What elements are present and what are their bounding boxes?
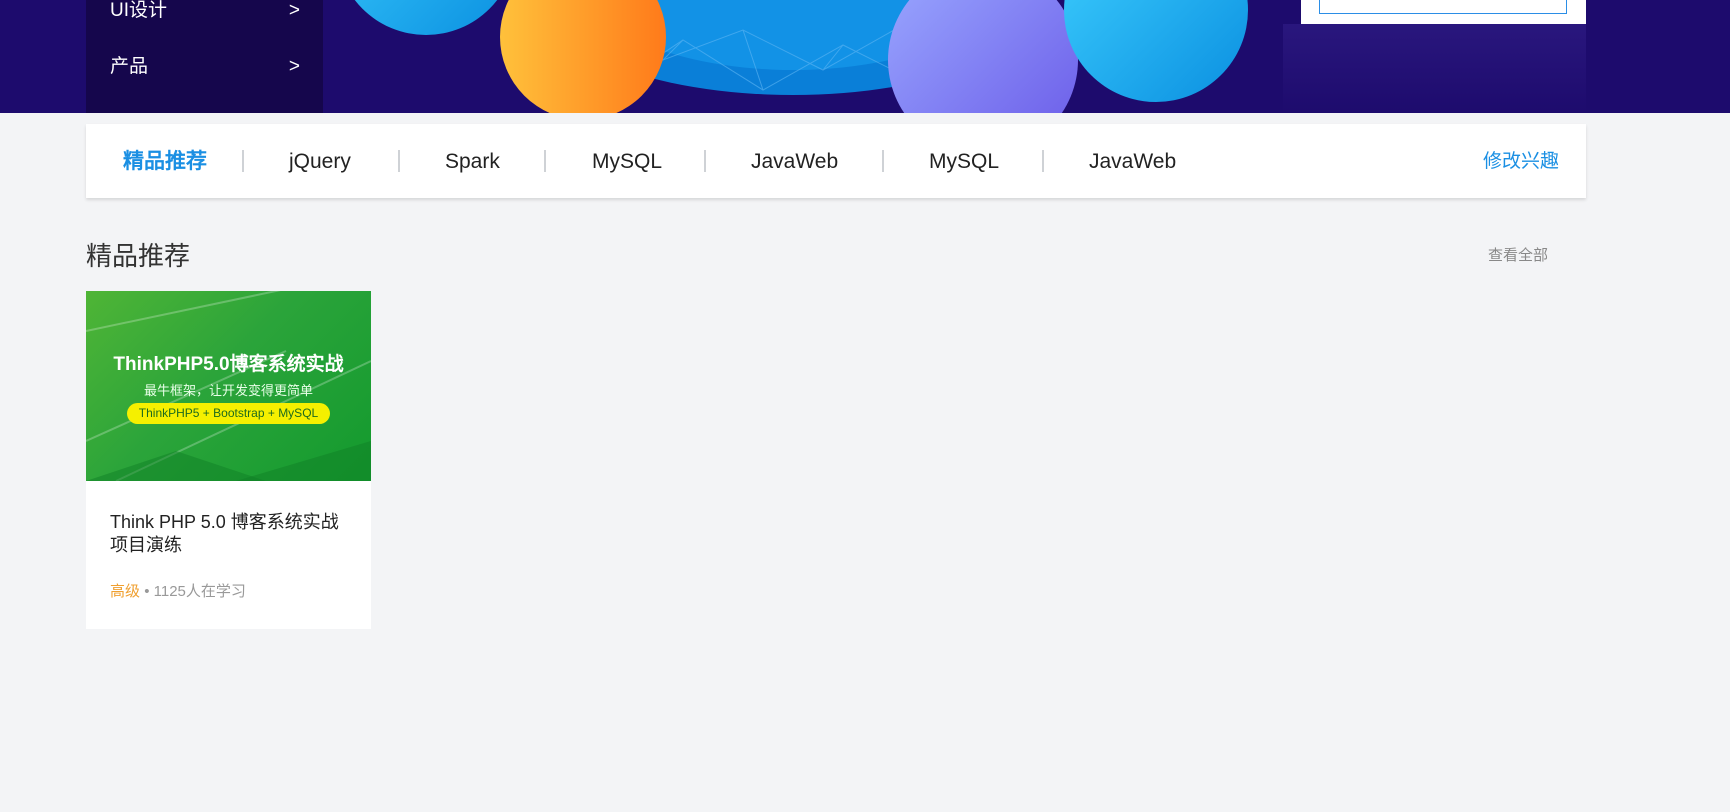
category-item-label: UI设计 [110,0,168,21]
course-thumbnail: ThinkPHP5.0博客系统实战 最牛框架，让开发变得更简单 ThinkPHP… [86,291,371,481]
category-menu: UI设计 > 产品 > [86,0,323,113]
login-panel [1301,0,1586,24]
tab-mysql-2[interactable]: MySQL [929,148,999,176]
tab-divider [1042,150,1044,172]
thumbnail-tech-badge: ThinkPHP5 + Bootstrap + MySQL [127,403,330,424]
tab-divider [882,150,884,172]
category-item-ui-design[interactable]: UI设计 > [110,0,300,25]
learner-count: 1125人在学习 [153,583,246,600]
interest-tabs: 精品推荐 jQuery Spark MySQL JavaWeb MySQL Ja… [86,124,1586,198]
banner-illustration [354,0,1248,113]
chevron-right-icon: > [288,56,300,77]
login-input[interactable] [1319,0,1567,14]
section-title: 精品推荐 [86,241,191,271]
course-card[interactable]: ThinkPHP5.0博客系统实战 最牛框架，让开发变得更简单 ThinkPHP… [86,291,371,629]
course-level: 高级 [110,583,141,600]
tab-divider [544,150,546,172]
course-title[interactable]: Think PHP 5.0 博客系统实战项目演练 [110,511,350,557]
tab-javaweb[interactable]: JavaWeb [751,148,838,176]
category-item-label: 产品 [110,56,149,77]
tab-divider [242,150,244,172]
chevron-right-icon: > [288,0,300,21]
edit-interests-link[interactable]: 修改兴趣 [1483,148,1559,176]
tab-divider [704,150,706,172]
tab-javaweb-2[interactable]: JavaWeb [1089,148,1176,176]
banner: UI设计 > 产品 > [0,0,1730,113]
tab-mysql[interactable]: MySQL [592,148,662,176]
category-item-product[interactable]: 产品 > [110,53,300,81]
meta-separator: • [144,583,150,600]
thumbnail-subtitle: 最牛框架，让开发变得更简单 [143,383,313,398]
thumbnail-title: ThinkPHP5.0博客系统实战 [113,354,344,375]
tab-spark[interactable]: Spark [445,148,500,176]
banner-glow [1283,24,1586,113]
tab-jquery[interactable]: jQuery [289,148,351,176]
tab-featured[interactable]: 精品推荐 [123,148,207,176]
tab-divider [398,150,400,172]
course-meta: 高级 • 1125人在学习 [110,580,246,601]
view-all-link[interactable]: 查看全部 [1488,244,1548,265]
